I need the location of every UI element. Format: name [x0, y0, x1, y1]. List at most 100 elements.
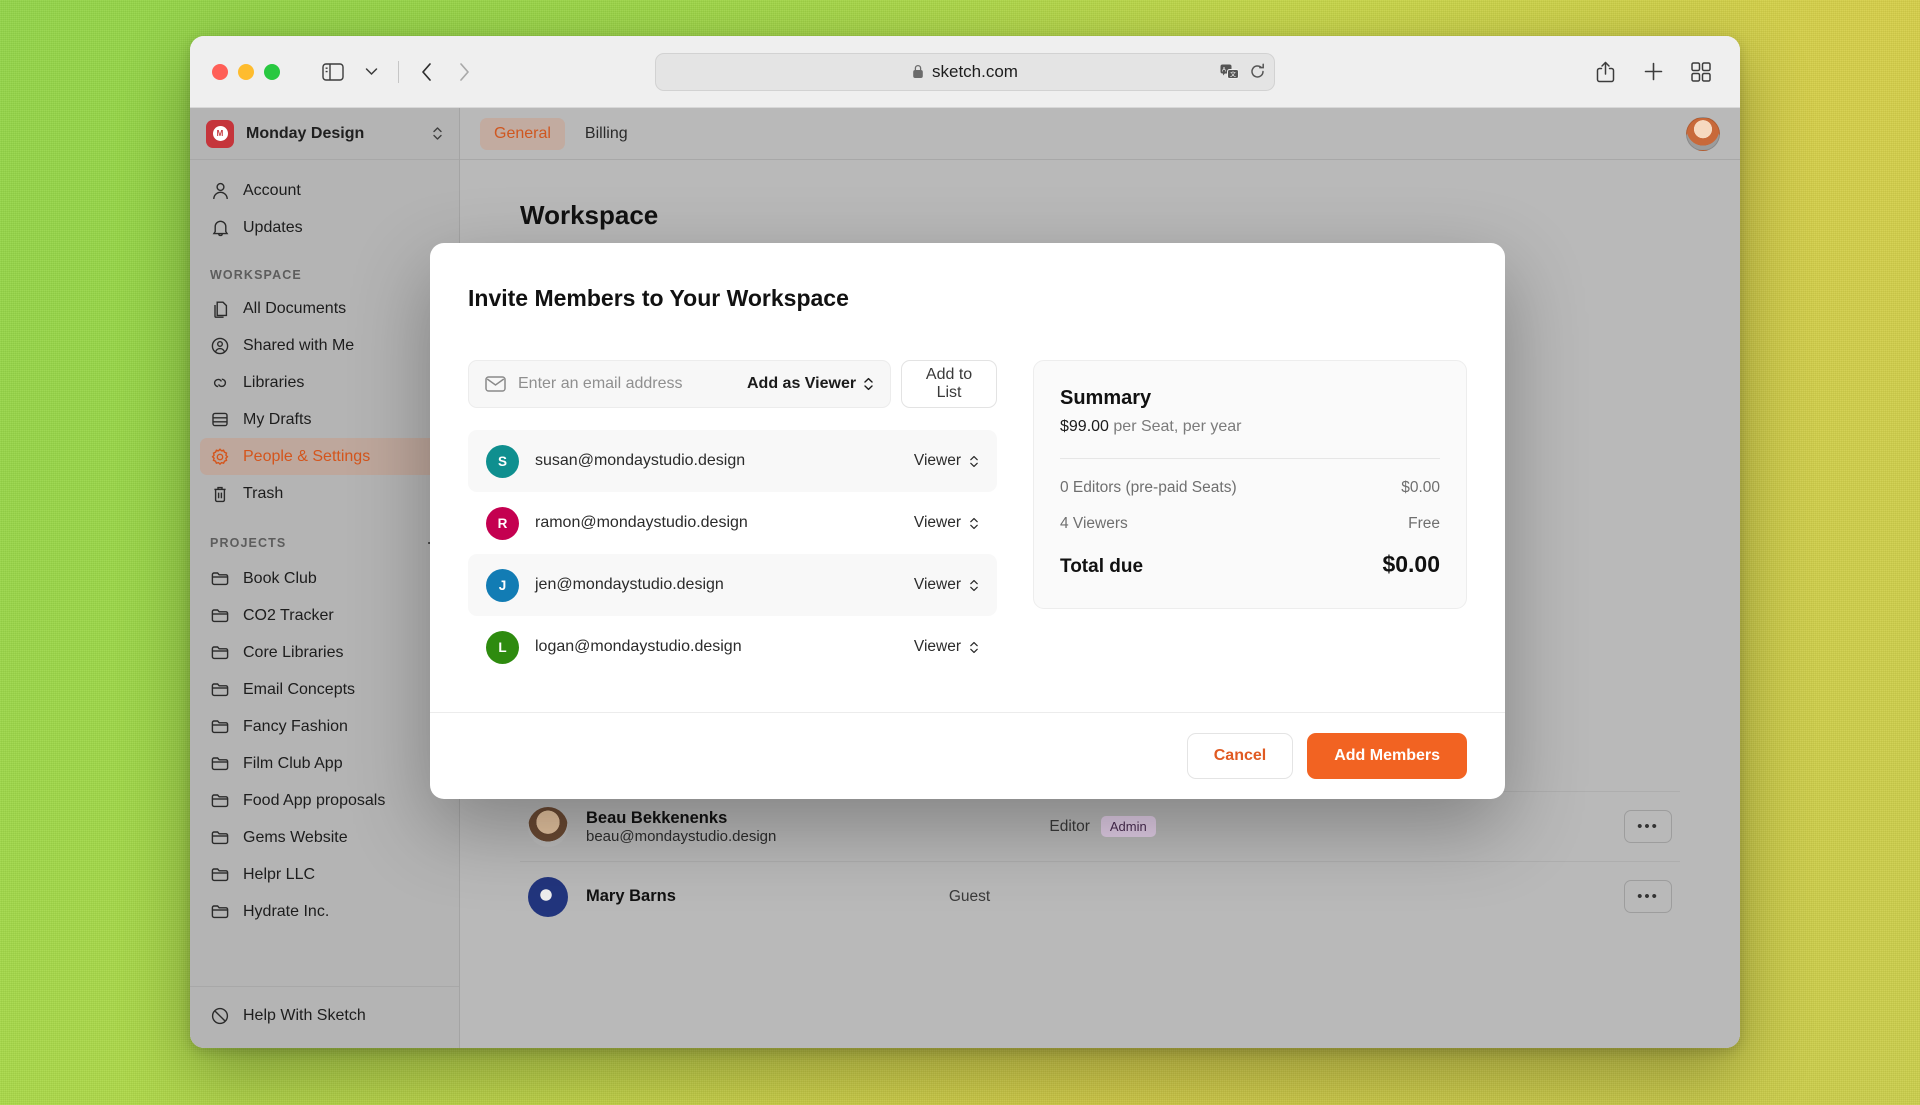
summary-price-suffix: per Seat, per year	[1113, 418, 1242, 435]
drafts-icon	[210, 411, 230, 428]
sidebar-item-project[interactable]: Email Concepts	[200, 671, 449, 708]
add-as-role-select[interactable]: Add as Viewer	[737, 375, 874, 393]
overflow-menu-icon[interactable]: •••	[1624, 880, 1672, 913]
sidebar-item-project[interactable]: Book Club	[200, 560, 449, 597]
sidebar-item-label: Gems Website	[243, 828, 348, 846]
sidebar-item-shared-with-me[interactable]: Shared with Me	[200, 327, 449, 364]
forward-button[interactable]	[447, 57, 481, 87]
sidebar-item-label: People & Settings	[243, 447, 371, 465]
sidebar-item-label: Updates	[243, 218, 303, 236]
folder-icon	[210, 830, 230, 845]
member-role[interactable]: Editor Admin	[1049, 816, 1156, 837]
content-tabbar: General Billing	[460, 108, 1740, 160]
modal-body: Invite Members to Your Workspace Add	[430, 243, 1505, 712]
chevron-updown-icon	[969, 640, 979, 655]
sidebar-item-label: Libraries	[243, 373, 305, 391]
sidebar-item-label: Helpr LLC	[243, 865, 316, 883]
sidebar-item-account[interactable]: Account	[200, 172, 449, 209]
folder-icon	[210, 682, 230, 697]
summary-card: Summary $99.00 per Seat, per year 0 Edit…	[1033, 360, 1467, 609]
sidebar-item-my-drafts[interactable]: My Drafts	[200, 401, 449, 438]
sidebar-item-label: Film Club App	[243, 754, 343, 772]
sidebar-item-project[interactable]: Gems Website	[200, 819, 449, 856]
folder-icon	[210, 867, 230, 882]
help-icon	[210, 1007, 230, 1025]
sidebar-section-label: PROJECTS	[210, 536, 287, 550]
shared-person-icon	[210, 337, 230, 355]
minimize-window-button[interactable]	[238, 63, 254, 80]
window-controls[interactable]	[212, 63, 280, 80]
summary-line-label: 4 Viewers	[1060, 515, 1128, 532]
folder-icon	[210, 571, 230, 586]
member-role-select[interactable]: Viewer	[914, 514, 979, 532]
user-avatar[interactable]	[1686, 116, 1720, 151]
add-members-button[interactable]: Add Members	[1307, 733, 1467, 779]
sidebar-item-people-and-settings[interactable]: People & Settings	[200, 438, 449, 475]
email-input[interactable]	[518, 375, 725, 393]
summary-price-line: $99.00 per Seat, per year	[1060, 418, 1440, 436]
summary-line-value: Free	[1408, 515, 1440, 532]
plus-icon[interactable]	[1636, 57, 1670, 87]
svg-text:文: 文	[1230, 70, 1236, 78]
member-role-select[interactable]: Viewer	[914, 576, 979, 594]
reload-icon[interactable]	[1249, 63, 1266, 80]
sidebar-item-project[interactable]: Helpr LLC	[200, 856, 449, 893]
summary-line: 4 Viewers Free	[1060, 515, 1440, 533]
table-row[interactable]: Mary Barns Guest •••	[520, 861, 1680, 931]
sidebar-item-updates[interactable]: Updates	[200, 209, 449, 246]
member-role-label: Guest	[948, 887, 991, 905]
sidebar-item-project[interactable]: Hydrate Inc.	[200, 893, 449, 930]
translate-icon[interactable]: A 文	[1220, 64, 1239, 80]
toolbar-divider	[398, 60, 399, 83]
member-role-select[interactable]: Viewer	[914, 452, 979, 470]
sidebar-item-all-documents[interactable]: All Documents	[200, 290, 449, 327]
member-name: Mary Barns	[586, 887, 676, 905]
list-item[interactable]: S susan@mondaystudio.design Viewer	[468, 430, 997, 492]
list-item[interactable]: R ramon@mondaystudio.design Viewer	[468, 492, 997, 554]
sidebar-item-project[interactable]: Fancy Fashion	[200, 708, 449, 745]
invite-members-modal: Invite Members to Your Workspace Add	[430, 243, 1505, 799]
sidebar-toggle-icon[interactable]	[316, 57, 350, 87]
chevron-updown-icon[interactable]	[432, 125, 443, 142]
members-table: Beau Bekkenenks beau@mondaystudio.design…	[520, 791, 1680, 931]
list-item[interactable]: L logan@mondaystudio.design Viewer	[468, 616, 997, 678]
chevron-updown-icon	[969, 454, 979, 469]
sidebar-item-label: Food App proposals	[243, 791, 386, 809]
cancel-button[interactable]: Cancel	[1186, 733, 1294, 779]
workspace-name: Monday Design	[246, 124, 365, 142]
add-to-list-button[interactable]: Add to List	[901, 360, 997, 408]
sidebar-item-help-with-sketch[interactable]: Help With Sketch	[200, 997, 449, 1034]
sidebar-item-trash[interactable]: Trash	[200, 475, 449, 512]
sidebar-item-project[interactable]: Food App proposals	[200, 782, 449, 819]
add-as-role-label: Add as Viewer	[747, 375, 857, 392]
share-icon[interactable]	[1588, 57, 1622, 87]
summary-title: Summary	[1060, 387, 1152, 409]
email-field-wrapper[interactable]: Add as Viewer	[468, 360, 892, 408]
tab-billing[interactable]: Billing	[571, 118, 642, 150]
member-role-select[interactable]: Viewer	[914, 638, 979, 656]
svg-text:A: A	[1222, 67, 1226, 73]
workspace-switcher[interactable]: M Monday Design	[190, 108, 459, 160]
address-bar[interactable]: sketch.com A 文	[655, 52, 1275, 91]
overflow-menu-icon[interactable]: •••	[1624, 810, 1672, 843]
person-icon	[210, 182, 230, 200]
member-role[interactable]: Guest	[949, 888, 990, 906]
sidebar-item-label: Book Club	[243, 569, 317, 587]
table-row[interactable]: Beau Bekkenenks beau@mondaystudio.design…	[520, 791, 1680, 861]
sidebar-item-libraries[interactable]: Libraries	[200, 364, 449, 401]
sidebar-item-label: Account	[243, 181, 301, 199]
list-item[interactable]: J jen@mondaystudio.design Viewer	[468, 554, 997, 616]
member-name: Beau Bekkenenks	[586, 808, 728, 827]
chevron-down-icon[interactable]	[354, 57, 388, 87]
folder-icon	[210, 719, 230, 734]
sidebar-item-project[interactable]: Core Libraries	[200, 634, 449, 671]
close-window-button[interactable]	[212, 63, 228, 80]
tab-general[interactable]: General	[480, 117, 565, 150]
sidebar-item-project[interactable]: CO2 Tracker	[200, 597, 449, 634]
sidebar-item-label: Shared with Me	[243, 336, 355, 354]
sidebar-item-project[interactable]: Film Club App	[200, 745, 449, 782]
tab-overview-icon[interactable]	[1684, 57, 1718, 87]
maximize-window-button[interactable]	[264, 63, 280, 80]
back-button[interactable]	[409, 57, 443, 87]
sidebar-item-label: Help With Sketch	[243, 1006, 366, 1024]
